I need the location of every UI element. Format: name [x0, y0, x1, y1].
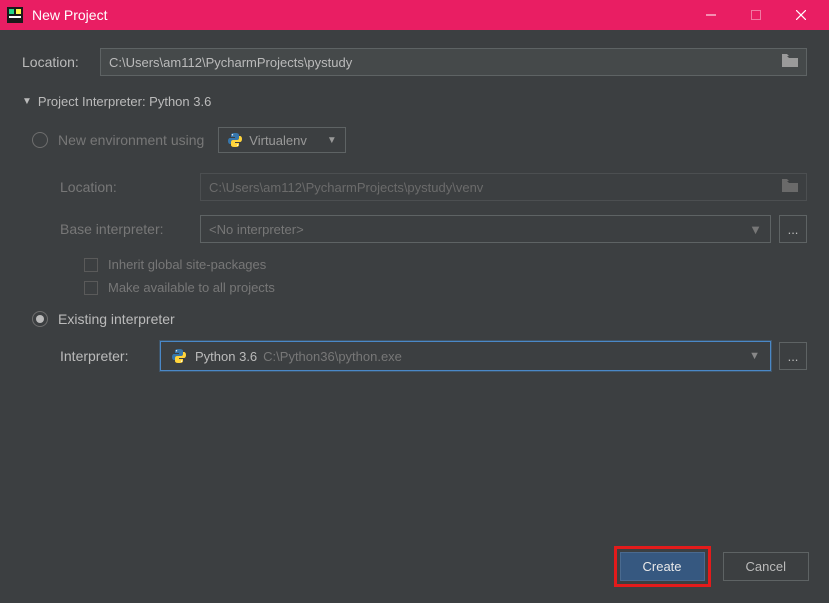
- dialog-content: Location: C:\Users\am112\PycharmProjects…: [0, 30, 829, 534]
- new-environment-label: New environment using: [58, 132, 204, 148]
- location-label: Location:: [22, 54, 100, 70]
- new-environment-radio-row[interactable]: New environment using Virtualenv ▼: [32, 127, 807, 153]
- chevron-down-icon: ▼: [749, 222, 762, 237]
- make-available-label: Make available to all projects: [108, 280, 275, 295]
- inherit-checkbox-row: Inherit global site-packages: [84, 257, 807, 272]
- cancel-button[interactable]: Cancel: [723, 552, 809, 581]
- folder-icon[interactable]: [782, 54, 798, 70]
- location-input[interactable]: C:\Users\am112\PycharmProjects\pystudy: [100, 48, 807, 76]
- folder-icon: [782, 179, 798, 195]
- make-available-checkbox: [84, 281, 98, 295]
- interpreter-section-toggle[interactable]: ▼ Project Interpreter: Python 3.6: [22, 94, 807, 109]
- chevron-down-icon: ▼: [327, 135, 337, 146]
- venv-location-value: C:\Users\am112\PycharmProjects\pystudy\v…: [209, 180, 483, 195]
- venv-location-input: C:\Users\am112\PycharmProjects\pystudy\v…: [200, 173, 807, 201]
- make-available-checkbox-row: Make available to all projects: [84, 280, 807, 295]
- button-bar: Create Cancel: [0, 534, 829, 603]
- base-interpreter-label: Base interpreter:: [60, 221, 200, 237]
- new-env-subform: Location: C:\Users\am112\PycharmProjects…: [60, 173, 807, 303]
- browse-base-interpreter-button: ...: [779, 215, 807, 243]
- interpreter-dropdown[interactable]: Python 3.6 C:\Python36\python.exe ▼: [160, 341, 771, 371]
- existing-interpreter-label: Existing interpreter: [58, 311, 175, 327]
- new-environment-radio[interactable]: [32, 132, 48, 148]
- location-value: C:\Users\am112\PycharmProjects\pystudy: [109, 55, 352, 70]
- env-tool-dropdown[interactable]: Virtualenv ▼: [218, 127, 345, 153]
- base-interpreter-value: <No interpreter>: [209, 222, 304, 237]
- base-interpreter-dropdown: <No interpreter> ▼: [200, 215, 771, 243]
- chevron-down-icon: ▼: [749, 350, 760, 362]
- interpreter-label: Interpreter:: [60, 348, 160, 364]
- browse-interpreter-button[interactable]: ...: [779, 342, 807, 370]
- section-title: Project Interpreter: Python 3.6: [38, 94, 211, 109]
- minimize-button[interactable]: [688, 0, 733, 30]
- existing-interpreter-radio[interactable]: [32, 311, 48, 327]
- create-highlight: Create: [614, 546, 711, 587]
- create-button[interactable]: Create: [620, 552, 705, 581]
- env-tool-label: Virtualenv: [249, 133, 307, 148]
- window-title: New Project: [32, 7, 107, 23]
- expand-icon: ▼: [22, 96, 32, 107]
- new-project-dialog: New Project Location: C:\Users\am112\Pyc…: [0, 0, 829, 603]
- existing-interpreter-radio-row[interactable]: Existing interpreter: [32, 311, 807, 327]
- venv-location-label: Location:: [60, 179, 200, 195]
- python-icon: [171, 348, 187, 364]
- app-icon: [6, 6, 24, 24]
- titlebar[interactable]: New Project: [0, 0, 829, 30]
- python-icon: [227, 132, 243, 148]
- inherit-checkbox: [84, 258, 98, 272]
- maximize-button[interactable]: [733, 0, 778, 30]
- interpreter-path: C:\Python36\python.exe: [263, 349, 402, 364]
- inherit-label: Inherit global site-packages: [108, 257, 266, 272]
- interpreter-name: Python 3.6: [195, 349, 257, 364]
- close-button[interactable]: [778, 0, 823, 30]
